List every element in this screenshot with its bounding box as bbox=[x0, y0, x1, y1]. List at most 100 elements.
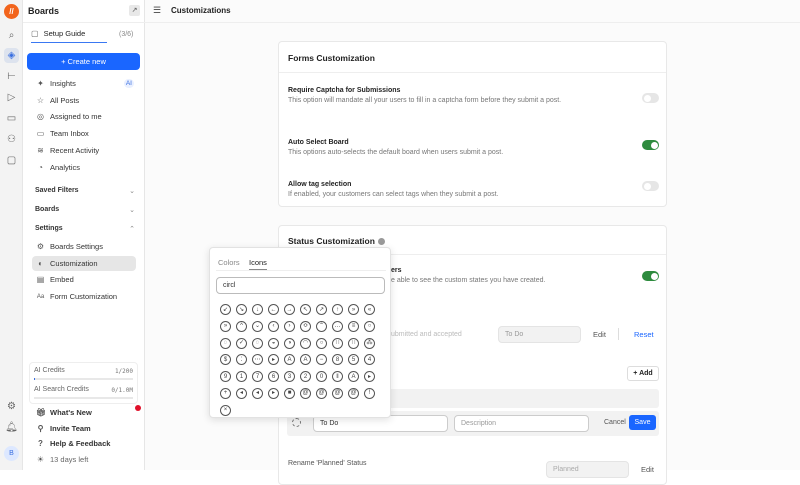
status-name-input[interactable]: To Do bbox=[498, 326, 581, 343]
icon-option[interactable]: ○ bbox=[364, 320, 375, 332]
avatar[interactable]: B bbox=[4, 446, 19, 461]
icon-option[interactable]: 8 bbox=[332, 354, 343, 366]
tab-icons[interactable]: Icons bbox=[249, 258, 267, 270]
status-icon-button[interactable] bbox=[292, 418, 301, 427]
icon-option[interactable]: ∷ bbox=[332, 337, 343, 349]
cancel-button[interactable]: Cancel bbox=[604, 419, 626, 426]
create-new-button[interactable]: + Create new bbox=[27, 53, 140, 70]
icon-option[interactable]: ↓ bbox=[252, 304, 263, 315]
icon-option[interactable]: + bbox=[220, 387, 231, 399]
icon-option[interactable]: ↘ bbox=[236, 304, 247, 315]
icon-option[interactable]: ↑ bbox=[332, 304, 343, 315]
icon-option[interactable]: › bbox=[284, 320, 295, 332]
status-description-field[interactable]: Description bbox=[454, 415, 589, 432]
icon-option[interactable]: … bbox=[332, 320, 343, 332]
footer-item[interactable]: ? Help & Feedback bbox=[32, 436, 136, 451]
menu-icon[interactable]: ☰ bbox=[153, 5, 161, 16]
icon-option[interactable]: × bbox=[220, 404, 231, 416]
icon-option[interactable]: 1 bbox=[236, 371, 247, 383]
edit-button[interactable]: Edit bbox=[593, 330, 606, 339]
icon-option[interactable]: ⁚ bbox=[236, 354, 247, 366]
icon-option[interactable]: ▸ bbox=[364, 371, 375, 383]
changelog-icon[interactable]: ▷ bbox=[4, 90, 19, 105]
icon-option[interactable]: 6 bbox=[268, 371, 279, 383]
icon-option[interactable]: A bbox=[300, 354, 311, 366]
sidebar-item-form-customization[interactable]: Aa Form Customization bbox=[32, 289, 136, 304]
icon-option[interactable]: » bbox=[220, 320, 231, 332]
icon-option[interactable]: ◑ bbox=[284, 337, 295, 349]
icon-option[interactable]: @ bbox=[316, 387, 327, 399]
sidebar-item-analytics[interactable]: ◔ Analytics bbox=[32, 160, 136, 175]
sidebar-item-boards-settings[interactable]: ⚙ Boards Settings bbox=[32, 239, 136, 254]
icon-option[interactable]: ◌ bbox=[252, 337, 263, 349]
icon-option[interactable]: ∷ bbox=[348, 337, 359, 349]
icon-option[interactable]: 9 bbox=[220, 371, 231, 383]
icon-option[interactable]: ↗ bbox=[316, 304, 327, 315]
icon-option[interactable]: $ bbox=[220, 354, 231, 366]
icon-option[interactable]: ! bbox=[364, 387, 375, 399]
setting-toggle[interactable] bbox=[642, 181, 659, 191]
icon-option[interactable]: ↙ bbox=[220, 304, 231, 315]
icon-option[interactable]: ⋯ bbox=[252, 354, 263, 366]
reset-button[interactable]: Reset bbox=[634, 330, 654, 339]
settings-icon[interactable]: ⚙ bbox=[4, 399, 19, 414]
users-icon[interactable]: ⚇ bbox=[4, 132, 19, 147]
icon-option[interactable]: ○ bbox=[316, 337, 327, 349]
add-status-button[interactable]: + Add bbox=[627, 366, 659, 381]
icon-option[interactable]: − bbox=[316, 354, 327, 366]
icon-option[interactable]: ▸ bbox=[268, 354, 279, 366]
icon-option[interactable]: @ bbox=[348, 387, 359, 399]
icon-option[interactable]: ◂ bbox=[236, 387, 247, 399]
icon-option[interactable]: » bbox=[348, 304, 359, 315]
icon-option[interactable]: @ bbox=[332, 387, 343, 399]
icon-option[interactable]: ‹ bbox=[268, 320, 279, 332]
setting-toggle[interactable] bbox=[642, 140, 659, 150]
chat-icon[interactable]: ▢ bbox=[4, 153, 19, 168]
icon-option[interactable]: A bbox=[348, 371, 359, 383]
custom-states-toggle[interactable] bbox=[642, 271, 659, 281]
icon-option[interactable]: « bbox=[364, 304, 375, 315]
settings-section[interactable]: Settings ⌃ bbox=[35, 225, 135, 233]
search-icon[interactable]: ⌕ bbox=[4, 28, 19, 43]
notifications-icon[interactable]: 🔔︎ bbox=[4, 420, 19, 435]
save-button[interactable]: Save bbox=[629, 415, 656, 430]
icon-option[interactable]: ■ bbox=[284, 387, 295, 399]
sidebar-item-embed[interactable]: ▤ Embed bbox=[32, 272, 136, 287]
icon-option[interactable]: @ bbox=[300, 387, 311, 399]
icon-option[interactable]: 0 bbox=[316, 371, 327, 383]
icon-option[interactable]: ⌄ bbox=[252, 320, 263, 332]
tab-colors[interactable]: Colors bbox=[218, 258, 240, 267]
boards-icon[interactable]: ◈ bbox=[4, 48, 19, 63]
footer-item[interactable]: ⚲ Invite Team bbox=[32, 421, 136, 436]
icon-option[interactable]: 5 bbox=[348, 354, 359, 366]
setting-toggle[interactable] bbox=[642, 93, 659, 103]
icon-option[interactable]: ↖ bbox=[300, 304, 311, 315]
icon-option[interactable]: ◌ bbox=[220, 337, 231, 349]
icon-search-input[interactable]: circl bbox=[216, 277, 385, 294]
icon-option[interactable]: ◂ bbox=[252, 387, 263, 399]
icon-option[interactable]: → bbox=[284, 304, 295, 315]
sidebar-item-recent-activity[interactable]: ≋ Recent Activity bbox=[32, 143, 136, 158]
icon-option[interactable]: ▸ bbox=[268, 387, 279, 399]
boards-section[interactable]: Boards ⌄ bbox=[35, 206, 135, 214]
sidebar-item-insights[interactable]: ✦ Insights AI bbox=[32, 76, 136, 91]
icon-option[interactable]: ≎ bbox=[300, 320, 311, 332]
icon-option[interactable]: 3 bbox=[284, 371, 295, 383]
icon-option[interactable]: ^ bbox=[236, 320, 247, 332]
icon-option[interactable]: 2 bbox=[300, 371, 311, 383]
icon-option[interactable]: ǁ bbox=[332, 371, 343, 383]
icon-option[interactable]: ◒ bbox=[268, 337, 279, 349]
icon-option[interactable]: ✓ bbox=[236, 337, 247, 349]
sidebar-item-customization[interactable]: ◐ Customization bbox=[32, 255, 136, 271]
sidebar-item-assigned-to-me[interactable]: ◎ Assigned to me bbox=[32, 109, 136, 124]
icon-option[interactable]: 4 bbox=[364, 354, 375, 366]
sidebar-item-all-posts[interactable]: ☆ All Posts bbox=[32, 93, 136, 108]
docs-icon[interactable]: ▭ bbox=[4, 111, 19, 126]
expand-icon[interactable]: ↗ bbox=[129, 5, 140, 16]
icon-option[interactable]: ⌃ bbox=[316, 320, 327, 332]
footer-item[interactable]: ☀ 13 days left bbox=[32, 452, 136, 467]
icon-option[interactable]: ◠ bbox=[300, 337, 311, 349]
info-icon[interactable] bbox=[377, 237, 385, 245]
icon-option[interactable]: ≡ bbox=[348, 320, 359, 332]
sidebar-item-team-inbox[interactable]: ▭ Team Inbox bbox=[32, 126, 136, 141]
